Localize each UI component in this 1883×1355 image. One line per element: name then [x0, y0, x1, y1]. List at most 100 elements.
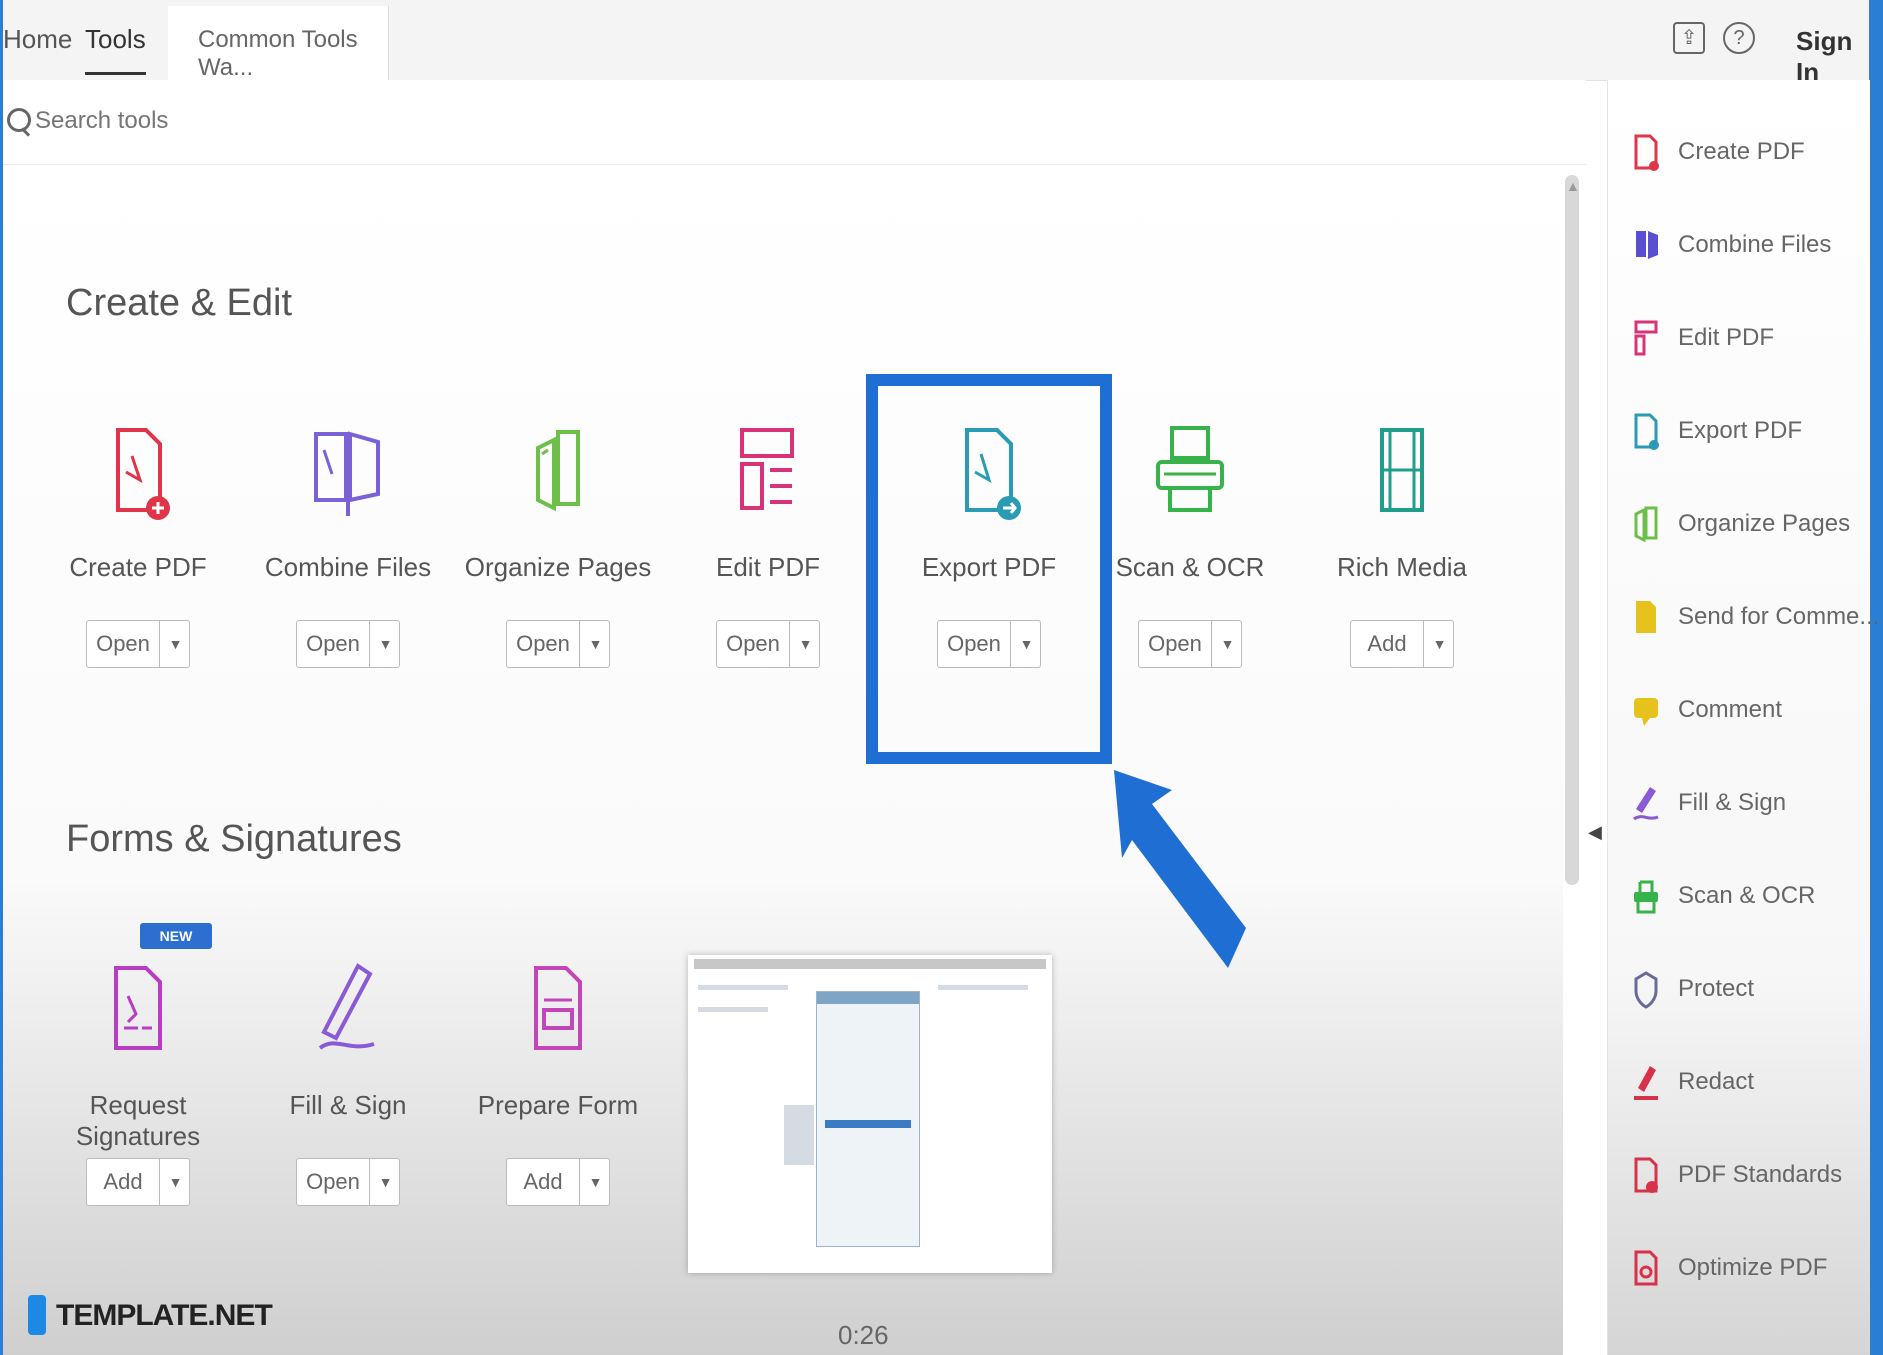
tool-create-pdf[interactable]: Create PDF Open ▼	[38, 424, 238, 684]
sidebar-item-send-for-comment[interactable]: Send for Comme...	[1632, 593, 1879, 643]
dropdown-arrow-icon[interactable]: ▼	[579, 1159, 611, 1205]
section-title-forms-signatures: Forms & Signatures	[66, 818, 402, 860]
sidebar-item-create-pdf[interactable]: Create PDF	[1632, 128, 1862, 178]
sidebar-item-fill-sign[interactable]: Fill & Sign	[1632, 779, 1862, 829]
watermark-mark-icon	[28, 1295, 46, 1335]
open-button[interactable]: Open ▼	[506, 620, 610, 668]
open-button-label: Open	[726, 631, 780, 656]
tab-tools[interactable]: Tools	[85, 24, 146, 75]
tool-prepare-form[interactable]: Prepare Form Add ▼	[458, 962, 658, 1222]
combine-files-icon	[1636, 231, 1658, 259]
sign-in-link[interactable]: Sign In	[1796, 26, 1869, 88]
open-button-label: Open	[1148, 631, 1202, 656]
open-button[interactable]: Open ▼	[1138, 620, 1242, 668]
sidebar-item-label: Comment	[1678, 696, 1783, 723]
thumbnail-panel-header	[817, 992, 919, 1004]
dropdown-arrow-icon[interactable]: ▼	[1423, 621, 1455, 667]
sidebar-item-pdf-standards[interactable]: PDF Standards	[1632, 1151, 1862, 1201]
sidebar-item-label: PDF Standards	[1678, 1161, 1843, 1188]
sidebar-item-label: Organize Pages	[1678, 510, 1851, 537]
edit-pdf-icon	[1634, 320, 1658, 356]
dropdown-arrow-icon[interactable]: ▼	[789, 621, 821, 667]
sidebar-item-label: Combine Files	[1678, 231, 1832, 258]
fill-sign-icon	[1633, 787, 1659, 821]
open-button-label: Open	[306, 1169, 360, 1194]
sidebar-item-scan-ocr[interactable]: Scan & OCR	[1632, 872, 1862, 922]
thumbnail-line	[938, 985, 1028, 990]
open-button[interactable]: Open ▼	[296, 620, 400, 668]
tab-home[interactable]: Home	[3, 24, 72, 55]
sidebar-item-label: Fill & Sign	[1678, 789, 1787, 816]
tool-fill-sign[interactable]: Fill & Sign Open ▼	[248, 962, 448, 1222]
help-icon[interactable]: ?	[1723, 22, 1755, 54]
dropdown-arrow-icon[interactable]: ▼	[1211, 621, 1243, 667]
dropdown-arrow-icon[interactable]: ▼	[159, 1159, 191, 1205]
thumbnail-panel	[816, 991, 920, 1247]
share-icon[interactable]: ⇪	[1673, 22, 1705, 54]
dropdown-arrow-icon[interactable]: ▼	[159, 621, 191, 667]
protect-icon	[1634, 971, 1658, 1009]
sidebar-item-redact[interactable]: Redact	[1632, 1058, 1862, 1108]
sidebar-item-label: Create PDF	[1678, 138, 1805, 165]
organize-pages-icon	[1634, 506, 1658, 543]
new-badge: NEW	[140, 923, 212, 949]
fill-sign-icon	[318, 963, 375, 1050]
combine-files-icon	[314, 431, 380, 516]
main-scrollbar[interactable]	[1565, 175, 1579, 885]
edit-pdf-icon	[740, 428, 794, 510]
search-icon	[7, 108, 31, 132]
collapse-panel-arrow-icon[interactable]: ◀	[1588, 822, 1602, 843]
add-button[interactable]: Add ▼	[1350, 620, 1454, 668]
tool-request-signatures[interactable]: Request Signatures Add ▼	[38, 962, 238, 1222]
sidebar-item-protect[interactable]: Protect	[1632, 965, 1862, 1015]
thumbnail-line	[698, 1007, 768, 1012]
sidebar-item-export-pdf[interactable]: Export PDF	[1632, 407, 1862, 457]
open-button[interactable]: Open ▼	[296, 1158, 400, 1206]
document-tab[interactable]: Common Tools Wa...	[168, 6, 389, 81]
sidebar-item-label: Redact	[1678, 1068, 1755, 1095]
right-tools-panel: Create PDF Combine Files Edit PDF Export…	[1607, 80, 1879, 1355]
tool-label: Rich Media	[1336, 552, 1468, 582]
tool-label: Edit PDF	[715, 552, 821, 582]
tool-edit-pdf[interactable]: Edit PDF Open ▼	[668, 424, 868, 684]
dropdown-arrow-icon[interactable]: ▼	[579, 621, 611, 667]
video-preview-thumbnail[interactable]	[688, 955, 1052, 1273]
add-button[interactable]: Add ▼	[86, 1158, 190, 1206]
tool-organize-pages[interactable]: Organize Pages Open ▼	[458, 424, 658, 684]
tool-rich-media[interactable]: Rich Media Add ▼	[1302, 424, 1502, 684]
tool-label: Organize Pages	[464, 552, 652, 582]
sidebar-item-organize-pages[interactable]: Organize Pages	[1632, 500, 1862, 550]
add-button-label: Add	[103, 1169, 143, 1194]
tool-label: Prepare Form	[477, 1090, 639, 1120]
tool-combine-files[interactable]: Combine Files Open ▼	[248, 424, 448, 684]
tool-label: Create PDF	[69, 552, 207, 582]
pointer-arrow-annotation	[1114, 770, 1246, 968]
search-bar	[3, 80, 1586, 165]
sidebar-item-combine-files[interactable]: Combine Files	[1632, 221, 1862, 271]
thumbnail-block	[784, 1105, 814, 1165]
organize-pages-icon	[536, 430, 580, 512]
video-timestamp: 0:26	[838, 1320, 889, 1350]
redact-icon	[1634, 1066, 1658, 1100]
thumbnail-toolbar	[694, 959, 1046, 969]
create-pdf-icon	[116, 428, 170, 520]
sidebar-item-comment[interactable]: Comment	[1632, 686, 1862, 736]
open-button[interactable]: Open ▼	[86, 620, 190, 668]
document-tab-label: Common Tools Wa...	[198, 26, 358, 81]
sidebar-item-label: Scan & OCR	[1678, 882, 1816, 909]
watermark-text: TEMPLATE.NET	[56, 1299, 273, 1332]
add-button[interactable]: Add ▼	[506, 1158, 610, 1206]
thumbnail-line	[698, 985, 788, 990]
tool-scan-ocr[interactable]: Scan & OCR Open ▼	[1090, 424, 1290, 684]
open-button[interactable]: Open ▼	[716, 620, 820, 668]
open-button-label: Open	[96, 631, 150, 656]
sidebar-item-edit-pdf[interactable]: Edit PDF	[1632, 314, 1862, 364]
dropdown-arrow-icon[interactable]: ▼	[369, 621, 401, 667]
search-input[interactable]	[33, 102, 437, 140]
scroll-up-icon[interactable]: ▲	[1566, 178, 1580, 194]
add-button-label: Add	[1367, 631, 1407, 656]
dropdown-arrow-icon[interactable]: ▼	[369, 1159, 401, 1205]
scan-ocr-icon	[1156, 426, 1224, 512]
sidebar-item-optimize-pdf[interactable]: Optimize PDF	[1632, 1244, 1862, 1294]
optimize-pdf-icon	[1634, 1250, 1658, 1286]
